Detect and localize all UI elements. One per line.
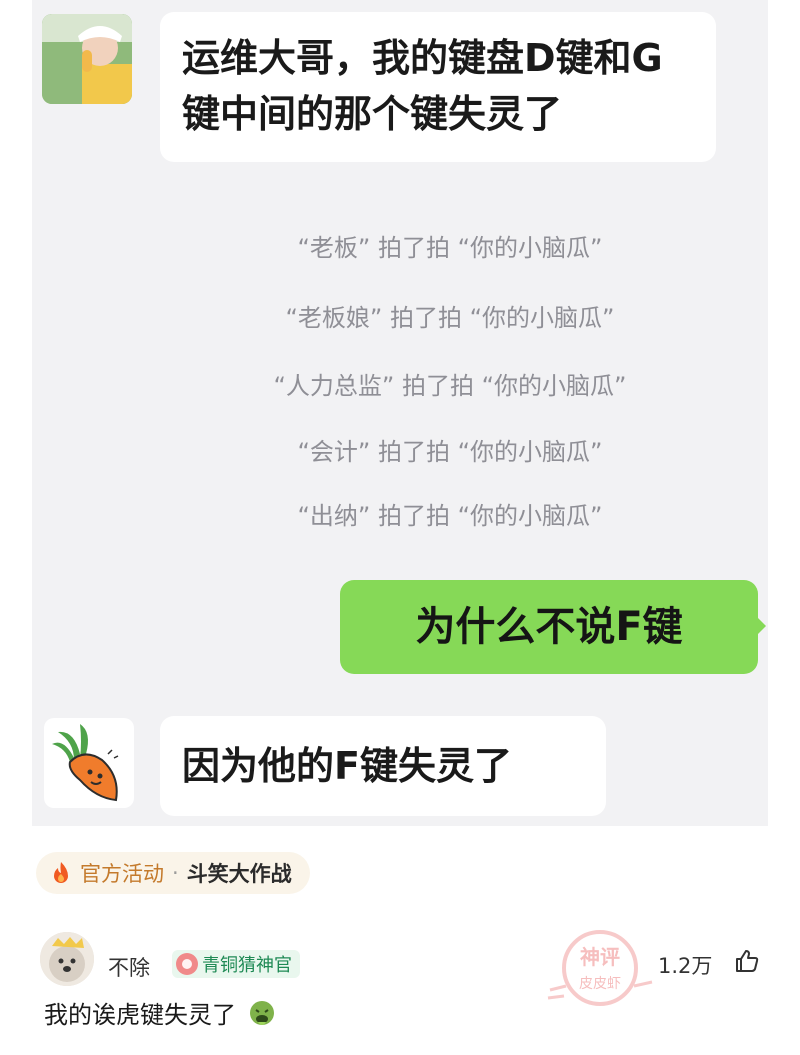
topic-name: 斗笑大作战: [186, 862, 292, 886]
flame-icon: [54, 862, 68, 883]
svg-text:神评: 神评: [580, 945, 620, 969]
vomit-emoji-icon: [249, 1001, 274, 1025]
badge-icon: [176, 953, 198, 975]
incoming-message-bubble[interactable]: 运维大哥，我的键盘D键和G键中间的那个键失灵了: [160, 12, 716, 162]
commenter-name[interactable]: 不除: [108, 952, 150, 982]
user-avatar[interactable]: [42, 14, 132, 104]
comment-item: 不除 青铜猜神官 神评 皮皮虾 1.2万 我的诶虎键失灵了: [0, 920, 800, 1055]
carrot-avatar[interactable]: [44, 718, 134, 808]
outgoing-message-bubble[interactable]: 为什么不说F键: [340, 580, 766, 674]
svg-text:皮皮虾: 皮皮虾: [579, 976, 621, 992]
pat-notice: “人力总监” 拍了拍 “你的小脑瓜”: [273, 372, 627, 400]
user-rank-badge: 青铜猜神官: [172, 950, 300, 978]
pat-notice: “老板娘” 拍了拍 “你的小脑瓜”: [285, 304, 615, 332]
comment-body: 我的诶虎键失灵了: [44, 1001, 236, 1029]
commenter-avatar[interactable]: [40, 932, 94, 986]
message-text: 因为他的F键失灵了: [182, 744, 512, 788]
incoming-message-bubble[interactable]: 因为他的F键失灵了: [160, 716, 606, 816]
dog-avatar-image: [40, 932, 94, 986]
pat-notice: “老板” 拍了拍 “你的小脑瓜”: [297, 234, 603, 262]
comment-text: 我的诶虎键失灵了: [44, 998, 276, 1032]
message-text: 运维大哥，我的键盘D键和G键中间的那个键失灵了: [182, 36, 663, 136]
message-text: 为什么不说F键: [415, 604, 683, 650]
stamp-logo: 神评 皮皮虾: [547, 930, 653, 1006]
topic-tag[interactable]: 官方活动 · 斗笑大作战: [36, 852, 310, 894]
like-count: 1.2万: [658, 954, 713, 978]
topic-separator: ·: [172, 861, 179, 885]
thumbs-up-icon[interactable]: [734, 948, 760, 974]
carrot-icon: [44, 718, 134, 808]
topic-label: 官方活动: [80, 862, 164, 886]
badge-label: 青铜猜神官: [202, 955, 292, 976]
pat-notice: “会计” 拍了拍 “你的小脑瓜”: [297, 438, 603, 466]
pat-notice: “出纳” 拍了拍 “你的小脑瓜”: [297, 502, 603, 530]
person-avatar-image: [42, 14, 132, 104]
